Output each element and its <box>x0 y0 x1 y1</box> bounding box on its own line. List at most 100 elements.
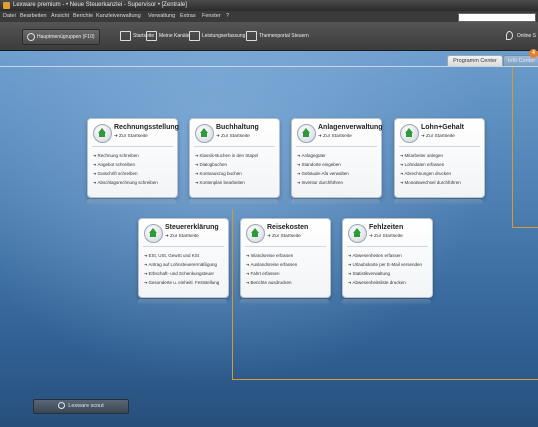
menu-kanzleiverwaltung[interactable]: Kanzleiverwaltung <box>96 11 141 22</box>
divider <box>399 146 480 147</box>
card-action[interactable]: Auslandsreise erfassen <box>246 260 297 269</box>
card-action[interactable]: ESt, USt, GewSt und KSt <box>144 251 219 260</box>
card-action[interactable]: Abschlagsrechnung schreiben <box>93 178 157 187</box>
tab-divider <box>0 66 538 67</box>
card-action-list: Rechnung schreiben Angebot schreiben Gut… <box>93 151 158 187</box>
online-label: Online S <box>516 33 536 39</box>
card-home-link[interactable]: Zur Startseite <box>369 233 403 239</box>
card-rechnungsstellung[interactable]: Rechnungsstellung Zur Startseite Rechnun… <box>87 118 179 198</box>
card-title: Buchhaltung <box>216 124 259 131</box>
channels-icon <box>146 30 157 41</box>
card-action[interactable]: Fahrt erfassen <box>246 269 297 278</box>
connector-line <box>232 379 538 380</box>
card-home-link[interactable]: Zur Startseite <box>114 133 148 139</box>
card-action[interactable]: Monatswechsel durchführen <box>400 178 460 187</box>
card-home-link[interactable]: Zur Startseite <box>216 133 250 139</box>
card-reflection <box>291 199 380 205</box>
menu-datei[interactable]: Datei <box>3 11 16 22</box>
upload-arrow-icon <box>246 224 265 243</box>
card-action-list: Anlagegüter Standorte eingeben Gebäude-A… <box>297 151 349 187</box>
themenportal-button[interactable]: Themenportal Steuern <box>246 29 309 43</box>
card-action[interactable]: Inventur durchführen <box>297 178 349 187</box>
home-icon <box>120 30 131 41</box>
online-service-button[interactable]: Online S <box>505 29 536 43</box>
card-home-link[interactable]: Zur Startseite <box>165 233 199 239</box>
divider <box>92 146 173 147</box>
toolbar: Hauptmenügruppen (F10) Startseite Meine … <box>0 22 538 51</box>
card-action[interactable]: Berichte ausdrucken <box>246 278 297 287</box>
menu-bar: Datei Bearbeiten Ansicht Berichte Kanzle… <box>0 11 538 22</box>
card-reflection <box>240 299 329 305</box>
card-action[interactable]: Mitarbeiter anlegen <box>400 151 461 160</box>
info-icon <box>58 402 66 410</box>
card-action[interactable]: Abwesenheitsliste drucken <box>348 278 422 287</box>
menu-ansicht[interactable]: Ansicht <box>51 11 69 22</box>
card-action[interactable]: Klassik-Buchen in den Stapel <box>195 151 258 160</box>
leistungserfassung-button[interactable]: Leistungserfassung <box>189 29 245 43</box>
meine-kanaele-label: Meine Kanäle <box>159 33 190 39</box>
card-home-link[interactable]: Zur Startseite <box>421 133 455 139</box>
card-buchhaltung[interactable]: Buchhaltung Zur Startseite Klassik-Buche… <box>189 118 280 198</box>
menu-help[interactable]: ? <box>226 11 229 22</box>
divider <box>347 246 428 247</box>
menu-bearbeiten[interactable]: Bearbeiten <box>20 11 47 22</box>
window-title: Lexware premium - • Neue Steuerkanzlei -… <box>13 2 187 8</box>
upload-arrow-icon <box>144 224 163 243</box>
card-action[interactable]: Gesonderte u. einheitl. Feststellung <box>144 278 219 287</box>
card-home-link[interactable]: Zur Startseite <box>267 233 301 239</box>
card-action[interactable]: Anlagegüter <box>297 151 349 160</box>
card-action[interactable]: Inlandsreise erfassen <box>246 251 297 260</box>
card-action[interactable]: Statistikverwaltung <box>348 269 422 278</box>
card-action[interactable]: Standorte eingeben <box>297 160 349 169</box>
hauptmenu-button[interactable]: Hauptmenügruppen (F10) <box>22 29 100 45</box>
card-action[interactable]: Lohndaten erfassen <box>400 160 461 169</box>
card-title: Anlagenverwaltung <box>318 124 383 131</box>
card-action-list: ESt, USt, GewSt und KSt Antrag auf Lohns… <box>144 251 219 287</box>
card-reflection <box>394 199 483 205</box>
card-action[interactable]: Dialogbuchen <box>195 160 258 169</box>
card-action[interactable]: Kontenplan bearbeiten <box>195 178 258 187</box>
workspace: Programm Center Info Center 4 Rechnungss… <box>0 49 538 427</box>
menu-berichte[interactable]: Berichte <box>73 11 93 22</box>
scout-label: Lexware scout <box>68 403 104 409</box>
card-fehlzeiten[interactable]: Fehlzeiten Zur Startseite Abwesenheiten … <box>342 218 433 298</box>
card-action[interactable]: Erbschaft- und Schenkungsteuer <box>144 269 219 278</box>
menu-extras[interactable]: Extras <box>180 11 196 22</box>
card-action[interactable]: Rechnung schreiben <box>93 151 158 160</box>
connector-line <box>512 227 538 228</box>
connector-line <box>512 67 513 227</box>
upload-arrow-icon <box>400 124 419 143</box>
card-title: Reisekosten <box>267 224 309 231</box>
meine-kanaele-button[interactable]: Meine Kanäle <box>146 29 190 43</box>
search-input[interactable] <box>458 13 536 22</box>
card-reisekosten[interactable]: Reisekosten Zur Startseite Inlandsreise … <box>240 218 331 298</box>
card-action[interactable]: Angebot schreiben <box>93 160 158 169</box>
card-action[interactable]: Kontoauszug buchen <box>195 169 258 178</box>
card-action-list: Klassik-Buchen in den Stapel Dialogbuche… <box>195 151 258 187</box>
divider <box>245 246 326 247</box>
location-pin-icon <box>505 31 513 41</box>
card-action[interactable]: Abrechnungen drucken <box>400 169 461 178</box>
menu-fenster[interactable]: Fenster <box>202 11 221 22</box>
card-reflection <box>87 199 176 205</box>
card-title: Fehlzeiten <box>369 224 404 231</box>
card-steuererklaerung[interactable]: Steuererklärung Zur Startseite ESt, USt,… <box>138 218 229 298</box>
card-title: Lohn+Gehalt <box>421 124 464 131</box>
card-action-list: Abwesenheiten erfassen Urlaubskarte per … <box>348 251 422 287</box>
portal-icon <box>246 30 257 41</box>
card-lohn-gehalt[interactable]: Lohn+Gehalt Zur Startseite Mitarbeiter a… <box>394 118 485 198</box>
lexware-scout-button[interactable]: Lexware scout <box>33 399 129 414</box>
divider <box>296 146 377 147</box>
card-action[interactable]: Antrag auf Lohnsteuerermäßigung <box>144 260 219 269</box>
card-anlagenverwaltung[interactable]: Anlagenverwaltung Zur Startseite Anlageg… <box>291 118 383 198</box>
card-home-link[interactable]: Zur Startseite <box>318 133 352 139</box>
card-action[interactable]: Gebäude-Afa verwalten <box>297 169 348 178</box>
menu-verwaltung[interactable]: Verwaltung <box>148 11 175 22</box>
app-icon <box>3 2 10 9</box>
card-action[interactable]: Abwesenheiten erfassen <box>348 251 422 260</box>
circle-arrow-icon <box>27 33 35 41</box>
divider <box>143 246 224 247</box>
card-action[interactable]: Gutschrift schreiben <box>93 169 158 178</box>
card-title: Rechnungsstellung <box>114 124 179 131</box>
card-action[interactable]: Urlaubskarte per E-Mail versenden <box>348 260 422 269</box>
